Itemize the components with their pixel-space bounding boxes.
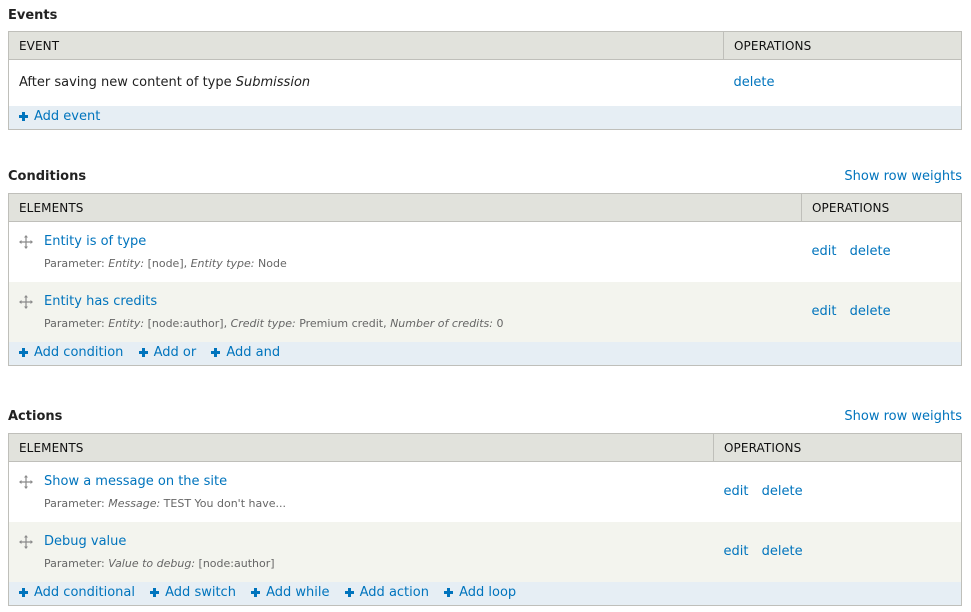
actions-header: Actions Show row weights [8,404,962,428]
plus-icon [211,348,221,358]
event-description: After saving new content of type Submiss… [8,59,724,106]
condition-title-link[interactable]: Entity is of type [44,233,287,251]
action-row: Debug value Parameter: Value to debug: [… [8,521,962,582]
condition-operations: edit delete [801,281,962,342]
plus-icon [251,588,261,598]
add-condition-link[interactable]: Add condition [19,345,123,360]
add-and-link[interactable]: Add and [211,345,280,360]
conditions-header: Conditions Show row weights [8,164,962,188]
plus-icon [19,588,28,598]
plus-icon [150,588,160,598]
edit-link[interactable]: edit [724,544,749,559]
events-footer: Add event [8,105,962,130]
drag-handle-icon[interactable] [19,534,33,549]
actions-title: Actions [8,408,63,424]
column-elements: ELEMENTS [8,193,802,222]
conditions-table-header: ELEMENTS OPERATIONS [8,193,962,222]
edit-link[interactable]: edit [812,244,837,259]
condition-title-link[interactable]: Entity has credits [44,293,504,311]
actions-section: Actions Show row weights ELEMENTS OPERAT… [8,404,962,606]
delete-link[interactable]: delete [762,484,803,499]
event-row: After saving new content of type Submiss… [8,59,962,106]
edit-link[interactable]: edit [812,304,837,319]
condition-operations: edit delete [801,221,962,282]
column-event: EVENT [8,31,724,60]
delete-event-link[interactable]: delete [734,75,775,90]
conditions-table: ELEMENTS OPERATIONS Entity is of type Pa… [8,193,962,366]
condition-parameters: Parameter: Entity: [node], Entity type: … [44,256,287,270]
event-operations: delete [723,59,962,106]
actions-table-header: ELEMENTS OPERATIONS [8,433,962,462]
condition-row: Entity is of type Parameter: Entity: [no… [8,221,962,282]
action-title-link[interactable]: Debug value [44,533,275,551]
plus-icon [444,588,454,598]
drag-handle-icon[interactable] [19,294,33,309]
delete-link[interactable]: delete [850,304,891,319]
actions-table: ELEMENTS OPERATIONS Show a message on th… [8,433,962,606]
column-operations: OPERATIONS [713,433,962,462]
drag-handle-icon[interactable] [19,474,33,489]
delete-link[interactable]: delete [850,244,891,259]
drag-handle-icon[interactable] [19,234,33,249]
add-conditional-link[interactable]: Add conditional [19,585,135,600]
events-title: Events [8,7,58,23]
events-table: EVENT OPERATIONS After saving new conten… [8,31,962,130]
edit-link[interactable]: edit [724,484,749,499]
condition-row: Entity has credits Parameter: Entity: [n… [8,281,962,342]
plus-icon [19,112,28,122]
add-switch-link[interactable]: Add switch [150,585,236,600]
show-row-weights-link[interactable]: Show row weights [844,169,962,184]
action-operations: edit delete [713,521,962,582]
rules-edit-page: Events EVENT OPERATIONS After saving new… [0,0,971,606]
events-section: Events EVENT OPERATIONS After saving new… [8,0,962,130]
events-header: Events [8,3,962,27]
action-parameters: Parameter: Message: TEST You don't have.… [44,496,286,510]
column-operations: OPERATIONS [723,31,962,60]
conditions-section: Conditions Show row weights ELEMENTS OPE… [8,164,962,366]
add-loop-link[interactable]: Add loop [444,585,516,600]
add-action-link[interactable]: Add action [344,585,429,600]
actions-footer: Add conditional Add switch Add while Add… [8,581,962,606]
condition-parameters: Parameter: Entity: [node:author], Credit… [44,316,504,330]
add-or-link[interactable]: Add or [138,345,196,360]
delete-link[interactable]: delete [762,544,803,559]
action-parameters: Parameter: Value to debug: [node:author] [44,556,275,570]
action-title-link[interactable]: Show a message on the site [44,473,286,491]
add-event-link[interactable]: Add event [19,109,100,124]
show-row-weights-link[interactable]: Show row weights [844,409,962,424]
action-row: Show a message on the site Parameter: Me… [8,461,962,522]
column-elements: ELEMENTS [8,433,714,462]
column-operations: OPERATIONS [801,193,962,222]
action-operations: edit delete [713,461,962,522]
conditions-title: Conditions [8,168,87,184]
conditions-footer: Add condition Add or Add and [8,341,962,366]
plus-icon [19,348,28,358]
plus-icon [138,348,148,358]
plus-icon [344,588,354,598]
events-table-header: EVENT OPERATIONS [8,31,962,60]
add-while-link[interactable]: Add while [251,585,330,600]
